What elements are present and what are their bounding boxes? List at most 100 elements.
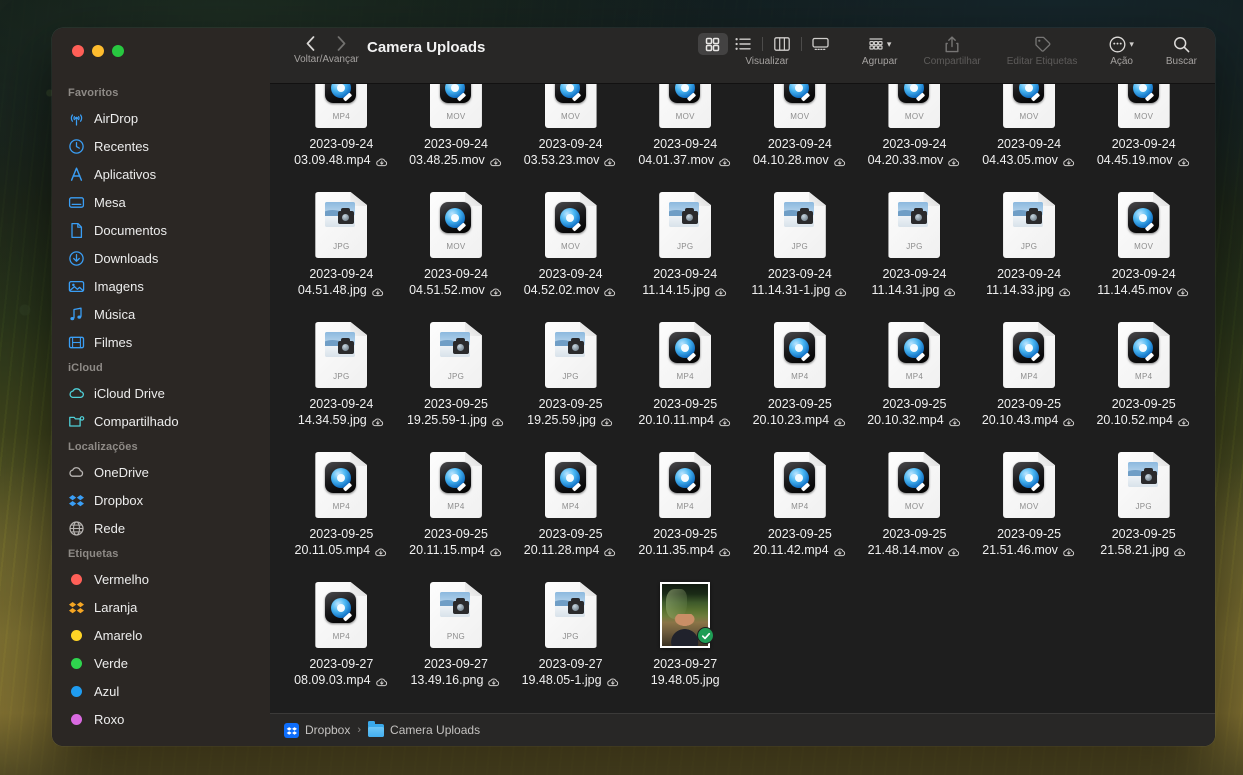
cloud-download-icon[interactable] [603, 155, 617, 166]
file-item[interactable]: MP42023-09-2520.11.35.mp4 [628, 440, 743, 570]
breadcrumb-item-camera-uploads[interactable]: Camera Uploads [368, 723, 480, 737]
cloud-download-icon[interactable] [1173, 545, 1187, 556]
gallery-view-button[interactable] [806, 33, 836, 55]
file-item[interactable]: JPG2023-09-2404.51.48.jpg [284, 180, 399, 310]
file-item[interactable]: MP42023-09-2520.11.15.mp4 [399, 440, 514, 570]
cloud-download-icon[interactable] [489, 155, 503, 166]
sidebar-item-downloads[interactable]: Downloads [52, 244, 270, 272]
file-item[interactable]: JPG2023-09-2411.14.31.jpg [857, 180, 972, 310]
cloud-download-icon[interactable] [833, 545, 847, 556]
cloud-download-icon[interactable] [489, 545, 503, 556]
cloud-download-icon[interactable] [371, 415, 385, 426]
file-item[interactable]: JPG2023-09-2521.58.21.jpg [1086, 440, 1201, 570]
file-item[interactable]: JPG2023-09-2411.14.31-1.jpg [743, 180, 858, 310]
cloud-download-icon[interactable] [1176, 285, 1190, 296]
sidebar-item-rede[interactable]: Rede [52, 514, 270, 542]
sidebar-item-roxo[interactable]: Roxo [52, 705, 270, 733]
cloud-download-icon[interactable] [1177, 155, 1191, 166]
file-item[interactable]: 2023-09-2719.48.05.jpg [628, 570, 743, 700]
icon-grid[interactable]: MP42023-09-2403.09.48.mp4 MOV2023-09-2403… [270, 84, 1215, 700]
sidebar-item-mesa[interactable]: Mesa [52, 188, 270, 216]
cloud-download-icon[interactable] [718, 415, 732, 426]
file-item[interactable]: JPG2023-09-2411.14.15.jpg [628, 180, 743, 310]
file-item[interactable]: MOV2023-09-2404.10.28.mov [743, 84, 858, 180]
cloud-download-icon[interactable] [1062, 155, 1076, 166]
cloud-download-icon[interactable] [600, 415, 614, 426]
file-item[interactable]: MOV2023-09-2403.53.23.mov [513, 84, 628, 180]
breadcrumb[interactable]: Dropbox›Camera Uploads [284, 723, 480, 738]
file-browser-content[interactable]: MP42023-09-2403.09.48.mp4 MOV2023-09-2403… [270, 84, 1215, 713]
cloud-download-icon[interactable] [1062, 545, 1076, 556]
file-item[interactable]: MOV2023-09-2404.51.52.mov [399, 180, 514, 310]
sidebar-item-airdrop[interactable]: AirDrop [52, 104, 270, 132]
sidebar-item-laranja[interactable]: Laranja [52, 593, 270, 621]
minimize-button[interactable] [92, 45, 104, 57]
file-item[interactable]: MP42023-09-2520.11.05.mp4 [284, 440, 399, 570]
cloud-download-icon[interactable] [606, 675, 620, 686]
sidebar-item-filmes[interactable]: Filmes [52, 328, 270, 356]
sidebar-item-m-sica[interactable]: Música [52, 300, 270, 328]
file-item[interactable]: MP42023-09-2403.09.48.mp4 [284, 84, 399, 180]
file-item[interactable]: MOV2023-09-2404.20.33.mov [857, 84, 972, 180]
cloud-download-icon[interactable] [947, 545, 961, 556]
icon-view-button[interactable] [698, 33, 728, 55]
file-item[interactable]: MOV2023-09-2404.43.05.mov [972, 84, 1087, 180]
sidebar-item-imagens[interactable]: Imagens [52, 272, 270, 300]
group-button[interactable]: ▾ [862, 33, 898, 55]
cloud-download-icon[interactable] [374, 545, 388, 556]
cloud-download-icon[interactable] [833, 155, 847, 166]
cloud-download-icon[interactable] [834, 285, 848, 296]
cloud-download-icon[interactable] [603, 545, 617, 556]
sidebar-item-onedrive[interactable]: OneDrive [52, 458, 270, 486]
file-item[interactable]: PNG2023-09-2713.49.16.png [399, 570, 514, 700]
cloud-download-icon[interactable] [487, 675, 501, 686]
file-item[interactable]: MP42023-09-2520.10.11.mp4 [628, 310, 743, 440]
file-item[interactable]: MP42023-09-2520.11.42.mp4 [743, 440, 858, 570]
file-item[interactable]: JPG2023-09-2414.34.59.jpg [284, 310, 399, 440]
search-button[interactable] [1167, 33, 1196, 55]
sidebar-item-icloud-drive[interactable]: iCloud Drive [52, 379, 270, 407]
file-item[interactable]: MOV2023-09-2404.45.19.mov [1086, 84, 1201, 180]
file-item[interactable]: MP42023-09-2520.10.52.mp4 [1086, 310, 1201, 440]
cloud-download-icon[interactable] [833, 415, 847, 426]
close-button[interactable] [72, 45, 84, 57]
cloud-download-icon[interactable] [1062, 415, 1076, 426]
cloud-download-icon[interactable] [1058, 285, 1072, 296]
cloud-download-icon[interactable] [948, 415, 962, 426]
breadcrumb-item-dropbox[interactable]: Dropbox [284, 723, 350, 738]
file-item[interactable]: JPG2023-09-2411.14.33.jpg [972, 180, 1087, 310]
sidebar-item-documentos[interactable]: Documentos [52, 216, 270, 244]
cloud-download-icon[interactable] [491, 415, 505, 426]
sidebar-item-amarelo[interactable]: Amarelo [52, 621, 270, 649]
file-item[interactable]: MOV2023-09-2404.52.02.mov [513, 180, 628, 310]
cloud-download-icon[interactable] [375, 675, 389, 686]
file-item[interactable]: MP42023-09-2520.11.28.mp4 [513, 440, 628, 570]
forward-button[interactable] [333, 33, 350, 53]
sidebar-item-dropbox[interactable]: Dropbox [52, 486, 270, 514]
cloud-download-icon[interactable] [603, 285, 617, 296]
file-item[interactable]: MP42023-09-2520.10.23.mp4 [743, 310, 858, 440]
sidebar-item-recentes[interactable]: Recentes [52, 132, 270, 160]
cloud-download-icon[interactable] [1177, 415, 1191, 426]
cloud-download-icon[interactable] [718, 545, 732, 556]
action-button[interactable]: ▾ [1103, 33, 1140, 55]
back-button[interactable] [302, 33, 319, 53]
sidebar-item-vermelho[interactable]: Vermelho [52, 565, 270, 593]
file-item[interactable]: MP42023-09-2708.09.03.mp4 [284, 570, 399, 700]
cloud-download-icon[interactable] [489, 285, 503, 296]
sidebar-item-azul[interactable]: Azul [52, 677, 270, 705]
edit-tags-button[interactable] [1028, 33, 1057, 55]
cloud-download-icon[interactable] [714, 285, 728, 296]
sidebar-item-aplicativos[interactable]: Aplicativos [52, 160, 270, 188]
cloud-download-icon[interactable] [943, 285, 957, 296]
file-item[interactable]: MOV2023-09-2404.01.37.mov [628, 84, 743, 180]
sidebar-item-verde[interactable]: Verde [52, 649, 270, 677]
cloud-download-icon[interactable] [371, 285, 385, 296]
column-view-button[interactable] [767, 33, 797, 55]
file-item[interactable]: JPG2023-09-2719.48.05-1.jpg [513, 570, 628, 700]
cloud-download-icon[interactable] [718, 155, 732, 166]
file-item[interactable]: JPG2023-09-2519.25.59-1.jpg [399, 310, 514, 440]
cloud-download-icon[interactable] [375, 155, 389, 166]
share-button[interactable] [939, 33, 965, 55]
zoom-button[interactable] [112, 45, 124, 57]
